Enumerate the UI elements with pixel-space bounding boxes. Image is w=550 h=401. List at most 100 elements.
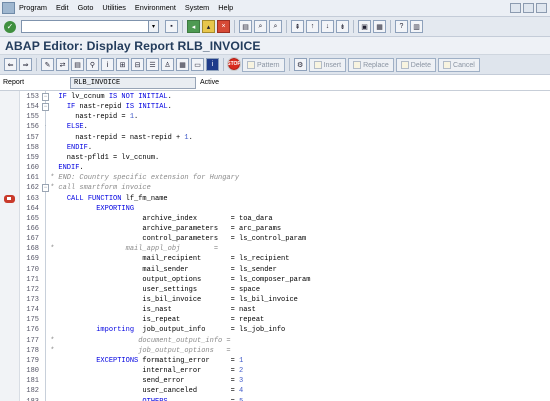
sap-menu-icon[interactable] [2, 2, 15, 14]
line-number: 156 [26, 123, 39, 132]
code-line[interactable]: 176 importing job_output_info = ls_job_i… [0, 325, 550, 335]
code-text: * call smartform invoice [50, 183, 151, 193]
line-number: 167 [26, 235, 39, 244]
first-page-icon[interactable]: ⇞ [291, 20, 304, 33]
active-inactive-icon[interactable]: ⇄ [56, 58, 69, 71]
code-line[interactable]: 167 control_parameters = ls_control_para… [0, 234, 550, 244]
code-line[interactable]: 169 mail_recipient = ls_recipient [0, 254, 550, 264]
code-editor[interactable]: 153− IF lv_ccnum IS NOT INITIAL. 154− IF … [0, 90, 550, 401]
enter-icon[interactable]: ✓ [4, 21, 16, 33]
line-number: 155 [26, 113, 39, 122]
menu-program[interactable]: Program [19, 3, 47, 12]
code-line[interactable]: 173 is_bil_invoice = ls_bil_invoice [0, 295, 550, 305]
replace-button[interactable]: Replace [348, 58, 394, 72]
cancel-button[interactable]: Cancel [438, 58, 480, 72]
navigation-window-icon[interactable]: ▦ [176, 58, 189, 71]
code-token: is_repeat = repeat [50, 316, 265, 325]
cancel-icon[interactable]: × [217, 20, 230, 33]
collapse-block-icon[interactable]: − [42, 93, 49, 101]
other-object-icon[interactable]: ▤ [71, 58, 84, 71]
code-line[interactable]: 175 is_repeat = repeat [0, 315, 550, 325]
menu-edit[interactable]: Edit [56, 3, 69, 12]
insert-button[interactable]: Insert [308, 58, 347, 72]
code-line[interactable]: 183 OTHERS = 5. [0, 397, 550, 401]
menu-environment[interactable]: Environment [135, 3, 176, 12]
keyword: EXCEPTIONS [96, 356, 139, 365]
menu-goto[interactable]: Goto [78, 3, 94, 12]
code-line[interactable]: 154− IF nast-repid IS INITIAL. [0, 102, 550, 112]
code-line[interactable]: 159 nast-pfld1 = lv_ccnum. [0, 153, 550, 163]
pattern-button[interactable]: Pattern [242, 58, 285, 72]
close-icon[interactable] [536, 3, 547, 13]
code-token: . [79, 164, 84, 173]
find-next-icon[interactable]: ⌕ [269, 20, 282, 33]
cancel-label: Cancel [453, 61, 475, 69]
code-line[interactable]: 172 user_settings = space [0, 285, 550, 295]
display-object-icon[interactable]: ▭ [191, 58, 204, 71]
breakpoint-icon[interactable] [4, 194, 15, 203]
back-arrow-icon[interactable]: ⇐ [4, 58, 17, 71]
help-icon[interactable]: ? [395, 20, 408, 33]
comment: * call smartform invoice [50, 184, 151, 193]
code-line[interactable]: 166 archive_parameters = arc_params [0, 224, 550, 234]
code-line[interactable]: 168 * mail_appl_obj = [0, 244, 550, 254]
minimize-icon[interactable] [510, 3, 521, 13]
check-icon[interactable]: ⚲ [86, 58, 99, 71]
code-token: control_parameters = ls_control_param [50, 235, 307, 244]
code-line[interactable]: 181 send_error = 3 [0, 376, 550, 386]
code-line[interactable]: 178 * job_output_options = [0, 346, 550, 356]
code-line[interactable]: 157 nast-repid = nast-repid + 1. [0, 133, 550, 143]
code-line[interactable]: 162− * call smartform invoice [0, 183, 550, 193]
new-session-icon[interactable]: ▣ [358, 20, 371, 33]
last-page-icon[interactable]: ⇟ [336, 20, 349, 33]
previous-page-icon[interactable]: ↑ [306, 20, 319, 33]
code-line[interactable]: 163 CALL FUNCTION lf_fm_name [0, 194, 550, 204]
delete-button[interactable]: Delete [395, 58, 437, 72]
exit-icon[interactable]: ▴ [202, 20, 215, 33]
report-name-field[interactable]: RLB_INVOICE [70, 77, 196, 89]
command-field[interactable] [21, 20, 149, 33]
line-number: 178 [26, 346, 39, 355]
breakpoint-stop-icon[interactable]: STOP [227, 57, 241, 71]
shortcut-icon[interactable]: ▦ [373, 20, 386, 33]
save-icon[interactable]: ▪ [165, 20, 178, 33]
collapse-block-icon[interactable]: − [42, 184, 49, 193]
object-list-icon[interactable]: ☰ [146, 58, 159, 71]
collapse-block-icon[interactable]: − [42, 103, 49, 112]
cancel-btn-icon [443, 61, 452, 69]
pretty-printer-icon[interactable]: ⚙ [293, 58, 307, 71]
code-line[interactable]: 174 is_nast = nast [0, 305, 550, 315]
display-change-icon[interactable]: ✎ [41, 58, 54, 71]
find-icon[interactable]: ⌕ [254, 20, 267, 33]
where-used-icon[interactable]: ⊞ [116, 58, 129, 71]
menu-system[interactable]: System [185, 3, 209, 12]
code-line[interactable]: 177 * document_output_info = [0, 336, 550, 346]
hierarchy-icon[interactable]: ♙ [161, 58, 174, 71]
code-line[interactable]: 160 ENDIF. [0, 163, 550, 173]
line-number: 170 [26, 265, 39, 274]
menu-help[interactable]: Help [218, 3, 233, 12]
print-icon[interactable]: ▤ [239, 20, 252, 33]
code-line[interactable]: 179 EXCEPTIONS formatting_error = 1 [0, 356, 550, 366]
code-line[interactable]: 155 nast-repid = 1. [0, 112, 550, 122]
code-line[interactable]: 171 output_options = ls_composer_param [0, 275, 550, 285]
next-page-icon[interactable]: ↓ [321, 20, 334, 33]
code-line[interactable]: 156 · ELSE. [0, 122, 550, 132]
code-line[interactable]: 182 user_canceled = 4 [0, 386, 550, 396]
code-line[interactable]: 158 ENDIF. [0, 143, 550, 153]
menu-utilities[interactable]: Utilities [102, 3, 126, 12]
forward-arrow-icon[interactable]: ⇒ [19, 58, 32, 71]
info-icon[interactable]: i [206, 58, 219, 71]
code-line[interactable]: 170 mail_sender = ls_sender [0, 265, 550, 275]
activate-icon[interactable]: ⅰ [101, 58, 114, 71]
layout-menu-icon[interactable]: ▥ [410, 20, 423, 33]
code-line[interactable]: 165 archive_index = toa_dara [0, 214, 550, 224]
back-icon[interactable]: ◂ [187, 20, 200, 33]
code-line[interactable]: 164 EXPORTING [0, 204, 550, 214]
maximize-icon[interactable] [523, 3, 534, 13]
code-line[interactable]: 180 internal_error = 2 [0, 366, 550, 376]
command-history-dropdown[interactable]: ▾ [149, 20, 159, 33]
code-line[interactable]: 161 * END: Country specific extension for… [0, 173, 550, 183]
code-line[interactable]: 153− IF lv_ccnum IS NOT INITIAL. [0, 92, 550, 102]
test-icon[interactable]: ⊟ [131, 58, 144, 71]
